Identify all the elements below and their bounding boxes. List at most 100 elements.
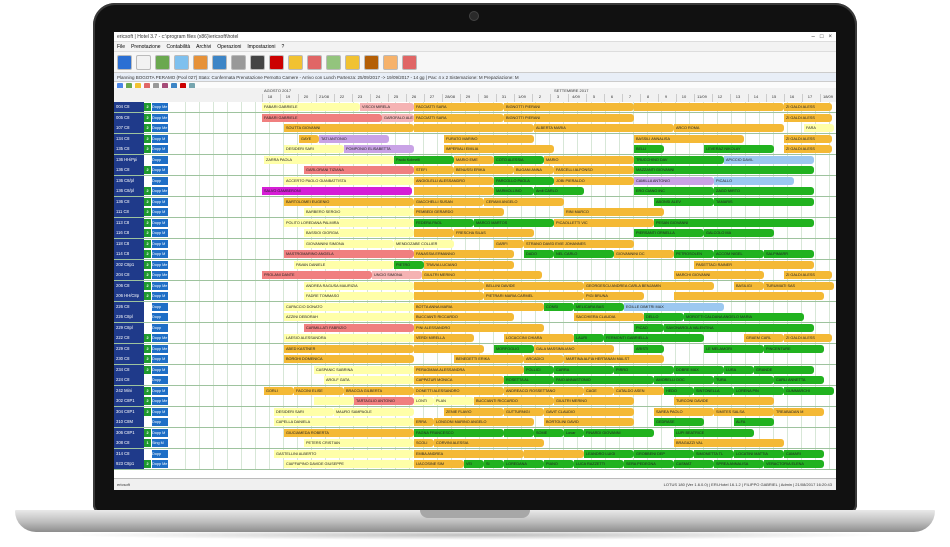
booking-bar[interactable]: STEFI (414, 166, 454, 174)
room-label[interactable]: 923 C8p1 (114, 459, 144, 469)
booking-bar[interactable]: GUMMARCHI (784, 386, 834, 395)
room-label[interactable]: 135 C8 (114, 144, 144, 154)
menu-item[interactable]: File (117, 44, 125, 50)
booking-bar[interactable]: POLLICI (524, 365, 554, 374)
booking-bar[interactable]: AMORELLI DOC (654, 376, 714, 384)
booking-bar[interactable]: PAVAN DANIELE (294, 260, 394, 269)
room-label[interactable]: 136 HHiPpi (114, 154, 144, 165)
users-icon[interactable] (193, 54, 208, 70)
booking-bar[interactable]: RINI MARCO (564, 208, 664, 216)
booking-bar[interactable]: FINARDI GIOVANNI (584, 428, 654, 437)
booking-bar[interactable]: SPREA ANNALISA (714, 460, 764, 468)
booking-bar[interactable]: MELICARA BAS (574, 302, 624, 311)
booking-bar[interactable]: MARCHI GIOVANNI (674, 271, 764, 279)
booking-bar[interactable]: COTO ALESSIA (494, 155, 544, 164)
booking-bar[interactable]: SALVO GAMBERONI (262, 187, 412, 195)
room-label[interactable]: 136 C8 (114, 165, 144, 175)
booking-bar[interactable]: BENEDETTI ERIKA (454, 355, 524, 363)
booking-bar[interactable]: BORGHI DOMENICA (284, 355, 414, 363)
booking-bar[interactable]: LIACOSINE SIM (414, 460, 464, 468)
booking-bar[interactable]: ZENIE FLAVIO (444, 407, 504, 416)
booking-bar[interactable] (314, 397, 354, 405)
booking-bar[interactable]: DESIDERI SARI (274, 407, 334, 416)
booking-bar[interactable]: HEDO (664, 386, 694, 395)
booking-bar[interactable]: DELLO (644, 313, 684, 321)
booking-bar[interactable]: ANDREACCI ROSSETTANO (504, 386, 584, 395)
booking-bar[interactable] (414, 281, 484, 290)
booking-bar[interactable]: FAGNA FRANCESCO (414, 428, 504, 437)
booking-bar[interactable]: BARBERO SERGIO (304, 208, 414, 216)
booking-bar[interactable]: GIULTRI MERINO (422, 271, 542, 279)
booking-bar[interactable]: GEDRASE (654, 418, 704, 426)
booking-bar[interactable]: BIGNOTTI PIERANI (504, 103, 634, 111)
booking-bar[interactable]: ERRA (414, 418, 434, 426)
booking-bar[interactable]: CASMAT (674, 460, 714, 468)
booking-bar[interactable]: MASTROMARINO ANGELA (284, 250, 414, 258)
booking-bar[interactable]: VISCOI MIRELA (360, 103, 414, 111)
booking-bar[interactable] (414, 124, 534, 132)
room-label[interactable]: 116 C8 (114, 228, 144, 238)
booking-bar[interactable]: APICCIO DAVIL (724, 155, 814, 164)
person-icon[interactable] (307, 54, 322, 70)
room-label[interactable]: 136 C8/pl (114, 186, 144, 196)
booking-bar[interactable]: GAYE (299, 134, 319, 143)
booking-bar[interactable]: LOREDANA (504, 460, 544, 468)
booking-bar[interactable]: BRAGAZZI VAL (674, 439, 784, 447)
booking-bar[interactable]: TREABADAN M (774, 407, 824, 416)
booking-bar[interactable]: ZI GALDI ALESS (784, 271, 832, 279)
booking-bar[interactable]: GROBBENI DEP (634, 449, 694, 458)
booking-bar[interactable]: PESAN GIOVANNI (654, 218, 814, 227)
booking-bar[interactable]: MARIO EME (454, 155, 494, 164)
booking-bar[interactable]: LOCATINI MATTIA (734, 449, 784, 458)
booking-bar[interactable]: GORLI (264, 386, 294, 395)
booking-bar[interactable]: PETERS CRISTIAN (304, 439, 414, 447)
room-label[interactable]: 204 C8 (114, 270, 144, 280)
booking-bar[interactable]: CIAFFAPINO DAVIDE GIUSEPPE (284, 460, 414, 468)
booking-bar[interactable]: GARLORANI TIZIANA (304, 166, 414, 174)
lock-icon[interactable] (345, 54, 360, 70)
booking-bar[interactable]: GIACCHELLI SUSAN (414, 197, 484, 206)
booking-bar[interactable]: POMPONIO ELISABETTA (344, 145, 414, 153)
booking-bar[interactable]: LEVERAZ NIKOLAY (704, 145, 774, 153)
booking-bar[interactable]: GIOVANNINI DC (614, 250, 674, 258)
booking-bar[interactable]: PIETRO (394, 260, 424, 269)
booking-bar[interactable]: PIERSANTI ORNELLA (634, 229, 704, 237)
booking-bar[interactable]: PICALLO (714, 176, 794, 185)
booking-bar[interactable]: Amit CARLO (534, 187, 584, 195)
booking-bar[interactable]: LUPI BEATRICE (674, 428, 754, 437)
room-label[interactable]: 308 C8 (114, 438, 144, 448)
booking-bar[interactable]: ZARRA PAOLA (264, 155, 394, 164)
booking-bar[interactable]: MARIO (544, 155, 634, 164)
booking-bar[interactable]: CATALDO ASEN (614, 386, 664, 395)
booking-bar[interactable]: BASSIOI GIORGIA (304, 229, 414, 237)
phone-icon[interactable] (269, 54, 284, 70)
booking-bar[interactable]: ZI GALDI ALESS (784, 134, 832, 143)
booking-bar[interactable]: GARFI (494, 239, 524, 248)
room-label[interactable]: 310 C8M (114, 417, 144, 427)
booking-bar[interactable]: MARMOLLINO (494, 187, 534, 195)
booking-bar[interactable]: TARTAGLIO ANTONIO (354, 397, 414, 405)
room-label[interactable]: 242 Mini (114, 385, 144, 396)
booking-bar[interactable]: NEL CARLO (554, 250, 614, 258)
booking-bar[interactable]: GALA MASSIMILIANO (534, 344, 614, 353)
booking-bar[interactable]: LAURI (574, 334, 604, 342)
booking-bar[interactable]: MARCO MARTOS (474, 218, 554, 227)
booking-bar[interactable] (414, 292, 484, 300)
booking-bar[interactable]: ARCO ROMA (674, 124, 784, 132)
booking-bar[interactable]: ROSETTA AL (504, 376, 554, 384)
booking-bar[interactable]: GRANDE (754, 365, 814, 374)
booking-bar[interactable]: CASPANIC SABRINA (314, 365, 414, 374)
room-label[interactable]: 302 C8P1 (114, 396, 144, 406)
room-label[interactable]: 136 C8/pl (114, 175, 144, 186)
room-label[interactable]: 206 C8 (114, 280, 144, 291)
booking-bar[interactable]: PASETTACI RAINER (694, 260, 814, 269)
booking-bar[interactable]: PINI ALESSANDRO (414, 323, 544, 332)
booking-bar[interactable]: FARA (804, 124, 834, 132)
booking-bar[interactable]: VEI (464, 460, 484, 468)
sun-icon[interactable] (383, 54, 398, 70)
help-icon[interactable] (402, 54, 417, 70)
menu-item[interactable]: Impostazioni (247, 44, 275, 50)
booking-bar[interactable]: MAZZANTI GIOVANNI (634, 166, 814, 174)
groups-icon[interactable] (212, 54, 227, 70)
booking-bar[interactable]: TRAVIA LUCIANO (424, 260, 514, 269)
